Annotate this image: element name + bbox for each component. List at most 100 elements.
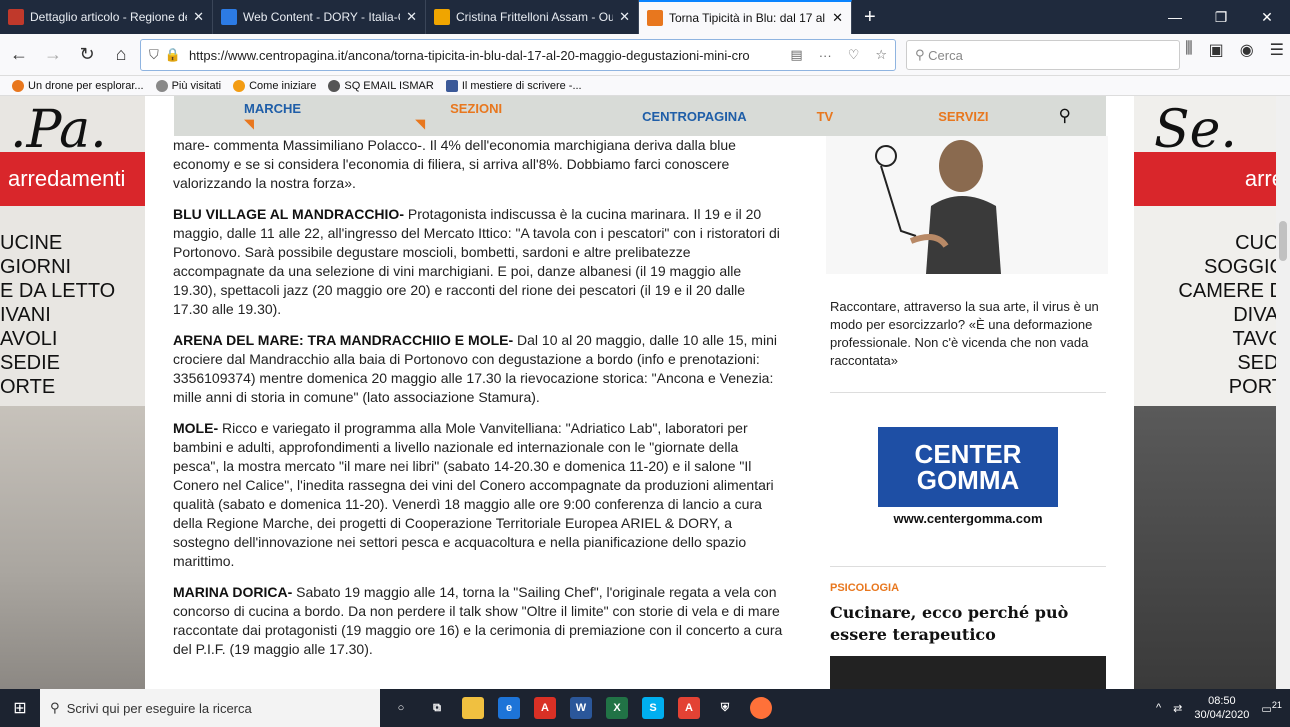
- new-tab-button[interactable]: +: [852, 0, 888, 34]
- address-bar[interactable]: ⛉ 🔒 https://www.centropagina.it/ancona/t…: [140, 39, 896, 71]
- sidebar-icon[interactable]: ▣: [1209, 40, 1224, 60]
- restore-icon[interactable]: ❐: [1198, 0, 1244, 34]
- favicon-icon: [8, 9, 24, 25]
- shield-icon[interactable]: ⛉: [141, 47, 159, 63]
- firefox-icon[interactable]: [750, 697, 772, 719]
- category-label[interactable]: PSICOLOGIA: [830, 582, 899, 594]
- toolbar-icons: ⫼ ▣ ◉ ☰: [1185, 40, 1284, 60]
- reader-icon[interactable]: ▤: [782, 47, 810, 63]
- paragraph: BLU VILLAGE AL MANDRACCHIO- Protagonista…: [173, 206, 780, 317]
- related-article-image[interactable]: [830, 656, 1106, 689]
- taskbar-apps: ○ ⧉ e A W X S A ⛨: [390, 697, 772, 719]
- nav-sezioni[interactable]: SEZIONI ◥: [415, 101, 537, 132]
- menu-icon[interactable]: ☰: [1270, 40, 1284, 60]
- facebook-icon: [445, 79, 458, 92]
- favicon-icon: [221, 9, 237, 25]
- page-viewport: .Pa. arredamenti UCINE GIORNI E DA LETTO…: [0, 96, 1290, 689]
- minimize-icon[interactable]: —: [1152, 0, 1198, 34]
- edge-icon[interactable]: e: [498, 697, 520, 719]
- close-window-icon[interactable]: ✕: [1244, 0, 1290, 34]
- more-icon[interactable]: ···: [811, 48, 840, 63]
- browser-tab-bar: Dettaglio articolo - Regione del ✕ Web Co…: [0, 0, 1290, 34]
- skype-icon[interactable]: S: [642, 697, 664, 719]
- account-icon[interactable]: ◉: [1240, 40, 1254, 60]
- taskbar-search[interactable]: ⚲ Scrivi qui per eseguire la ricerca: [40, 689, 380, 727]
- home-icon[interactable]: ⌂: [106, 40, 136, 70]
- close-tab-icon[interactable]: ✕: [832, 10, 843, 26]
- tab-outlook[interactable]: Cristina Frittelloni Assam - Out ✕: [426, 0, 639, 34]
- pocket-icon[interactable]: ♡: [840, 47, 868, 63]
- ad-photo: [0, 406, 145, 689]
- bookmark-icon: [12, 79, 24, 92]
- cortana-icon[interactable]: ○: [390, 697, 412, 719]
- nav-centropagina-tv[interactable]: CENTROPAGINA TV: [607, 109, 868, 124]
- paragraph: ARENA DEL MARE: TRA MANDRACCHIIO E MOLE-…: [173, 332, 777, 405]
- task-view-icon[interactable]: ⧉: [426, 697, 448, 719]
- tab-tipicita[interactable]: Torna Tipicità in Blu: dal 17 al 2 ✕: [639, 0, 852, 34]
- ad-list: UCINE GIORNI E DA LETTO IVANI AVOLI SEDI…: [0, 232, 116, 398]
- divider: [830, 392, 1106, 393]
- favicon-icon: [434, 9, 450, 25]
- close-tab-icon[interactable]: ✕: [193, 9, 204, 25]
- window-controls: — ❐ ✕: [1152, 0, 1290, 34]
- bookmark-item[interactable]: Come iniziare: [233, 79, 316, 92]
- reload-icon[interactable]: ↻: [72, 40, 102, 70]
- scrollbar-thumb[interactable]: [1279, 221, 1287, 261]
- back-icon[interactable]: ←: [4, 40, 34, 70]
- search-input[interactable]: ⚲ Cerca: [906, 40, 1180, 70]
- pdf-icon[interactable]: A: [678, 697, 700, 719]
- paragraph: MOLE- Ricco e variegato il programma all…: [173, 420, 774, 569]
- left-ad-banner[interactable]: .Pa. arredamenti UCINE GIORNI E DA LETTO…: [0, 96, 145, 689]
- acrobat-icon[interactable]: A: [534, 697, 556, 719]
- illustration-image[interactable]: [826, 136, 1108, 274]
- excel-icon[interactable]: X: [606, 697, 628, 719]
- shield-icon[interactable]: ⛨: [714, 697, 736, 719]
- search-icon[interactable]: ⚲: [1059, 106, 1071, 126]
- library-icon[interactable]: ⫼: [1185, 40, 1192, 60]
- system-tray: ^ ⇄ 08:50 30/04/2020 ▭21: [1156, 689, 1282, 727]
- nav-servizi[interactable]: SERVIZI: [938, 109, 988, 124]
- chevron-up-icon[interactable]: ^: [1156, 702, 1161, 714]
- clock[interactable]: 08:50 30/04/2020: [1194, 694, 1249, 722]
- bookmark-star-icon[interactable]: ☆: [867, 47, 895, 63]
- url-text[interactable]: https://www.centropagina.it/ancona/torna…: [181, 48, 782, 63]
- paragraph: mare- commenta Massimiliano Polacco-. Il…: [173, 137, 736, 191]
- page-scrollbar[interactable]: [1276, 96, 1290, 689]
- center-gomma-ad[interactable]: CENTER GOMMA www.centergomma.com: [830, 406, 1106, 546]
- ad-photo: [1134, 406, 1290, 689]
- right-ad-banner[interactable]: Se. arre CUCI SOGGIC CAMERE D DIVAI TAVO…: [1134, 96, 1290, 689]
- divider: [830, 566, 1106, 567]
- lock-icon: 🔒: [164, 47, 181, 62]
- bookmarks-toolbar: Un drone per esplorar... Più visitati Co…: [0, 76, 1290, 96]
- search-icon: ⚲: [50, 700, 60, 715]
- ad-brand: arredamenti: [0, 152, 145, 206]
- bookmark-item[interactable]: Più visitati: [155, 79, 221, 92]
- ad-logo: CENTER GOMMA: [878, 426, 1058, 507]
- word-icon[interactable]: W: [570, 697, 592, 719]
- bookmark-item[interactable]: Il mestiere di scrivere -...: [445, 79, 582, 92]
- globe-icon: [328, 79, 341, 92]
- forward-icon[interactable]: →: [38, 40, 68, 70]
- paragraph: MARINA DORICA- Sabato 19 maggio alle 14,…: [173, 584, 783, 657]
- search-icon: ⚲: [915, 47, 925, 62]
- file-explorer-icon[interactable]: [462, 697, 484, 719]
- tab-dettaglio[interactable]: Dettaglio articolo - Regione del ✕: [0, 0, 213, 34]
- windows-start-icon[interactable]: ⊞: [0, 689, 40, 727]
- navigation-toolbar: ← → ↻ ⌂ ⛉ 🔒 https://www.centropagina.it/…: [0, 34, 1290, 76]
- nav-marche[interactable]: MARCHE ◥: [209, 101, 345, 132]
- related-article-title[interactable]: Cucinare, ecco perché può essere terapeu…: [830, 602, 1100, 646]
- bookmark-item[interactable]: Un drone per esplorar...: [12, 79, 144, 92]
- network-icon[interactable]: ⇄: [1173, 702, 1182, 715]
- firefox-icon: [233, 79, 246, 92]
- bookmark-item[interactable]: SQ EMAIL ISMAR: [328, 79, 434, 92]
- gear-icon: [155, 79, 168, 92]
- ad-url: www.centergomma.com: [893, 510, 1043, 526]
- favicon-icon: [647, 10, 663, 26]
- notification-icon[interactable]: ▭21: [1261, 700, 1282, 716]
- close-tab-icon[interactable]: ✕: [406, 9, 417, 25]
- article-body: mare- commenta Massimiliano Polacco-. Il…: [173, 136, 783, 671]
- close-tab-icon[interactable]: ✕: [619, 9, 630, 25]
- ad-list: CUCI SOGGIC CAMERE D DIVAI TAVO SEDI POR…: [1178, 232, 1284, 398]
- tab-web-content[interactable]: Web Content - DORY - Italia-C ✕: [213, 0, 426, 34]
- ad-brand: arre: [1134, 152, 1290, 206]
